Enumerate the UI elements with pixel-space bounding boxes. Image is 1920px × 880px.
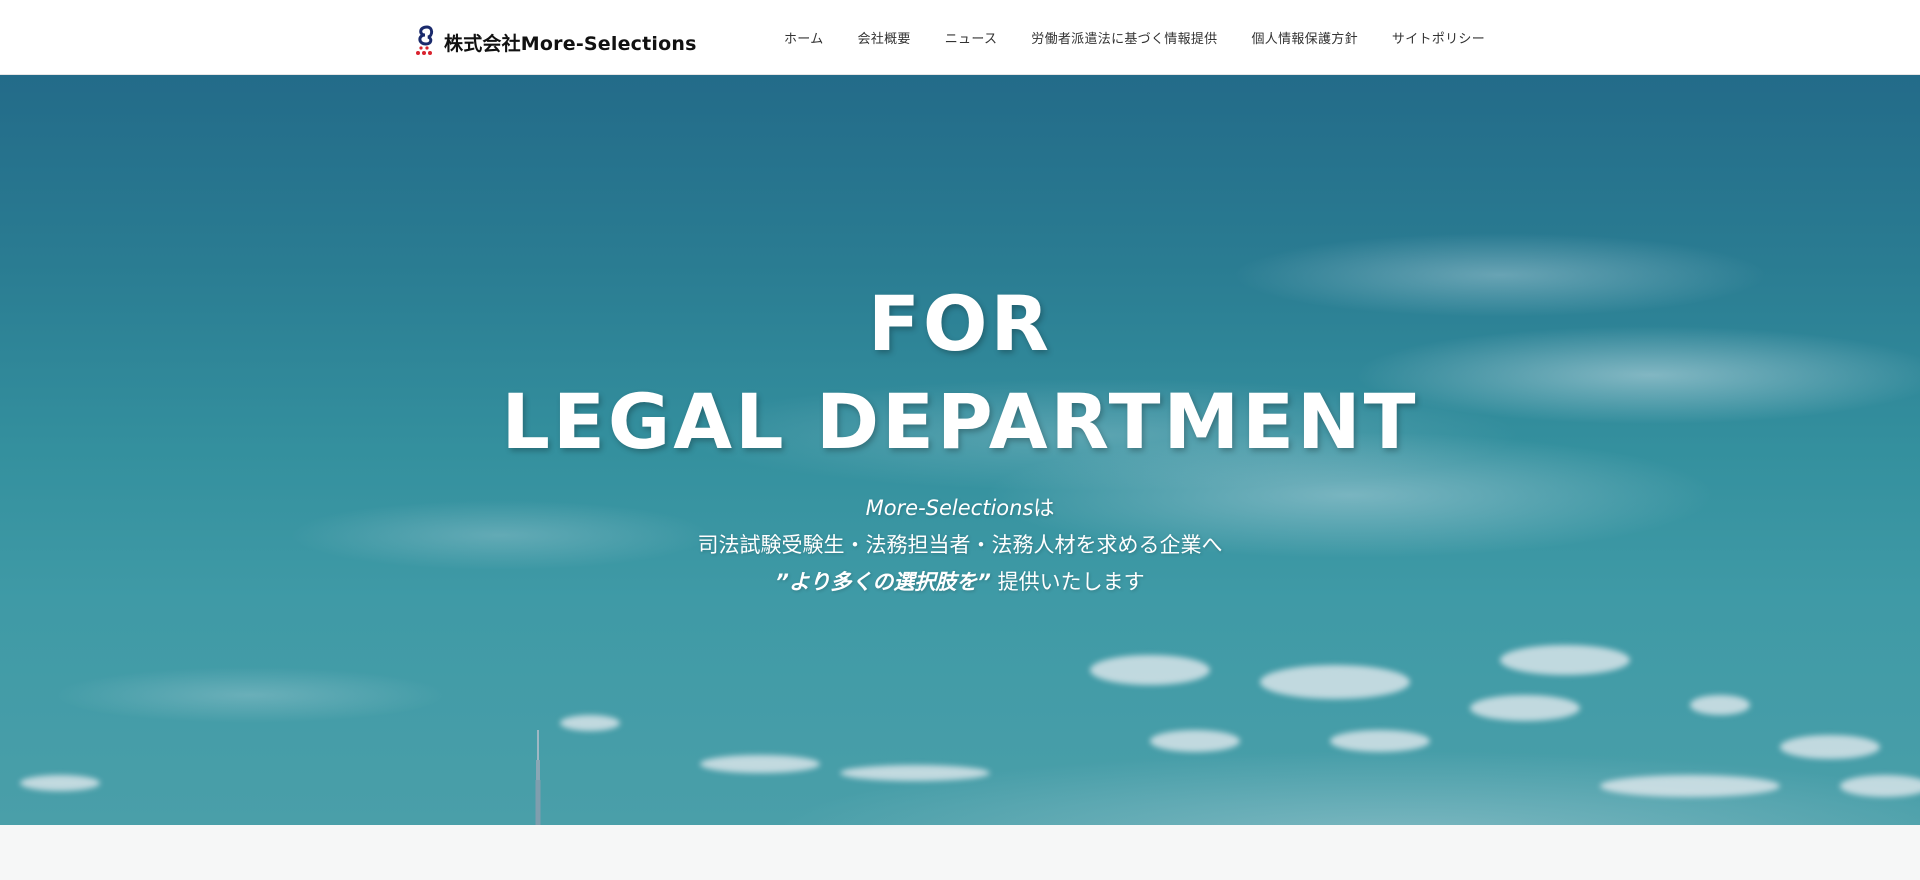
next-section-strip [0, 825, 1920, 880]
nav-item-dispatch-info[interactable]: 労働者派遣法に基づく情報提供 [1031, 28, 1217, 47]
brand-home-link[interactable]: 株式会社More-Selections [414, 24, 697, 60]
hero-section: FOR LEGAL DEPARTMENT More-Selectionsは 司法… [0, 75, 1920, 825]
nav-item-company[interactable]: 会社概要 [858, 28, 911, 47]
hero-tail-text: 提供いたします [990, 570, 1145, 594]
sky-tower-icon [535, 730, 541, 825]
nav-item-home[interactable]: ホーム [784, 28, 824, 47]
nav-item-site-policy[interactable]: サイトポリシー [1392, 28, 1485, 47]
cloud-decoration [1840, 775, 1920, 797]
company-logo-icon [416, 25, 434, 55]
cloud-decoration [700, 755, 820, 773]
cloud-decoration [1470, 695, 1580, 721]
hero-title: FOR LEGAL DEPARTMENT [0, 275, 1920, 471]
cloud-decoration [1260, 665, 1410, 699]
site-header: 株式会社More-Selections ホーム 会社概要 ニュース 労働者派遣法… [0, 0, 1920, 75]
hero-subtitle-line3: ”より多くの選択肢を” 提供いたします [0, 564, 1920, 601]
cloud-decoration [1150, 730, 1240, 752]
cloud-decoration [1600, 775, 1780, 797]
cloud-decoration [1330, 730, 1430, 752]
cloud-decoration [20, 775, 100, 791]
cloud-decoration [1500, 645, 1630, 675]
hero-brand-text: More-Selections [865, 496, 1034, 520]
cloud-decoration [1690, 695, 1750, 715]
hero-subtitle-line2: 司法試験受験生・法務担当者・法務人材を求める企業へ [697, 533, 1223, 557]
hero-subtitle: More-Selectionsは 司法試験受験生・法務担当者・法務人材を求める企… [0, 490, 1920, 601]
hero-particle-text: は [1033, 496, 1055, 520]
brand-name: 株式会社More-Selections [444, 32, 697, 55]
cloud-decoration [840, 765, 990, 781]
cloud-decoration [1780, 735, 1880, 759]
main-nav: ホーム 会社概要 ニュース 労働者派遣法に基づく情報提供 個人情報保護方針 サイ… [784, 0, 1485, 75]
cloud-decoration [560, 715, 620, 731]
nav-item-privacy-policy[interactable]: 個人情報保護方針 [1251, 28, 1357, 47]
hero-subtitle-line1: More-Selectionsは [0, 490, 1920, 527]
hero-title-line2: LEGAL DEPARTMENT [501, 377, 1419, 466]
hero-title-line1: FOR [867, 279, 1053, 368]
cloud-decoration [1090, 655, 1210, 685]
hero-emphasis-text: ”より多くの選択肢を” [775, 570, 991, 594]
nav-item-news[interactable]: ニュース [945, 28, 998, 47]
